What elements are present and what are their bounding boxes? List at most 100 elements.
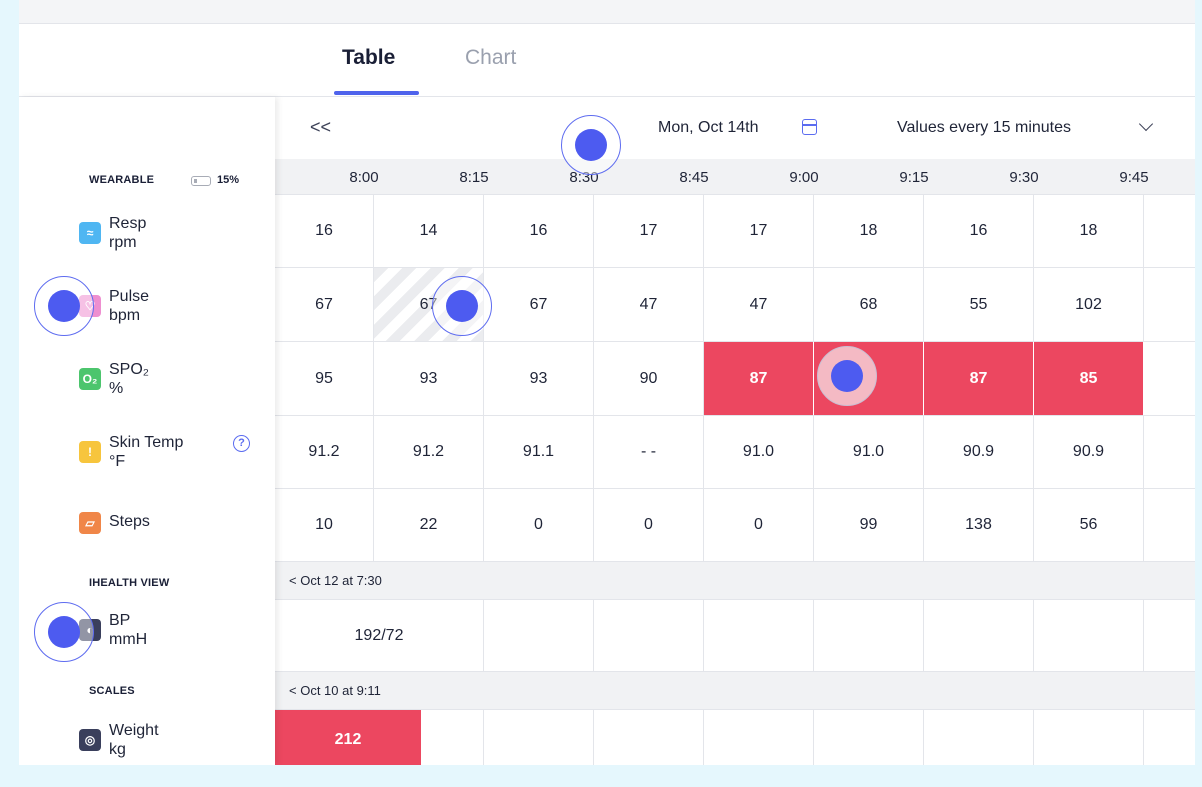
table-cell[interactable]: 0 xyxy=(594,489,704,561)
metric-unit: bpm xyxy=(109,307,141,324)
grid-toolbar: << Mon, Oct 14th Values every 15 minutes xyxy=(275,97,1195,159)
table-cell[interactable]: 56 xyxy=(1034,489,1144,561)
top-strip xyxy=(19,0,1195,24)
table-cell[interactable]: 138 xyxy=(924,489,1034,561)
table-cell[interactable] xyxy=(422,710,484,765)
table-cell[interactable]: 99 xyxy=(814,489,924,561)
help-icon[interactable]: ? xyxy=(233,435,250,452)
section-wearable: WEARABLE xyxy=(89,174,155,186)
hotspot-marker[interactable] xyxy=(432,276,492,336)
table-cell[interactable] xyxy=(704,600,814,671)
metric-steps: ▱ Steps xyxy=(79,512,269,562)
data-grid: << Mon, Oct 14th Values every 15 minutes… xyxy=(275,97,1195,765)
table-row-pulse: 67 67 67 47 47 68 55 102 xyxy=(275,268,1195,342)
metric-weight: ◎ Weight kg xyxy=(79,721,269,765)
metric-unit: % xyxy=(109,380,124,397)
time-tick: 8:45 xyxy=(679,169,709,186)
tab-table[interactable]: Table xyxy=(342,46,395,70)
tab-chart[interactable]: Chart xyxy=(465,46,516,70)
time-axis: 8:00 8:15 8:30 8:45 9:00 9:15 9:30 9:45 xyxy=(275,159,1195,195)
table-cell[interactable]: 16 xyxy=(275,195,374,267)
table-row-skin-temp: 91.2 91.2 91.1 - - 91.0 91.0 90.9 90.9 xyxy=(275,416,1195,489)
metric-bp: ◐ BP mmH xyxy=(79,611,269,661)
bp-last-reading-label: < Oct 12 at 7:30 xyxy=(289,573,382,588)
table-cell[interactable]: 16 xyxy=(924,195,1034,267)
table-cell[interactable]: 90.9 xyxy=(1034,416,1144,488)
thermometer-icon: ! xyxy=(79,441,101,463)
time-tick: 8:00 xyxy=(349,169,379,186)
weight-last-reading-label: < Oct 10 at 9:11 xyxy=(289,683,381,698)
collapse-button[interactable]: << xyxy=(310,117,331,138)
metric-unit: rpm xyxy=(109,234,137,251)
table-cell[interactable]: 18 xyxy=(814,195,924,267)
metric-name: Weight xyxy=(109,722,159,739)
oxygen-icon: O₂ xyxy=(79,368,101,390)
table-cell[interactable]: - - xyxy=(594,416,704,488)
table-cell[interactable]: 93 xyxy=(484,342,594,415)
time-tick: 9:30 xyxy=(1009,169,1039,186)
table-cell[interactable]: 91.0 xyxy=(704,416,814,488)
table-cell[interactable]: 16 xyxy=(484,195,594,267)
metric-skin-temp: ! Skin Temp °F ? xyxy=(79,433,269,483)
table-cell[interactable]: 93 xyxy=(374,342,484,415)
bp-last-reading-header[interactable]: < Oct 12 at 7:30 xyxy=(275,562,1195,600)
table-cell[interactable] xyxy=(594,710,704,765)
scale-icon: ◎ xyxy=(79,729,101,751)
view-tabs: Table Chart xyxy=(19,24,1195,97)
metric-name: Steps xyxy=(109,513,150,530)
table-cell[interactable] xyxy=(814,710,924,765)
interval-select[interactable]: Values every 15 minutes xyxy=(897,119,1071,137)
table-cell-alert[interactable]: 87 xyxy=(924,342,1034,415)
table-cell[interactable]: 67 xyxy=(275,268,374,341)
table-cell[interactable]: 18 xyxy=(1034,195,1144,267)
table-cell[interactable]: 91.2 xyxy=(275,416,374,488)
table-cell[interactable]: 0 xyxy=(484,489,594,561)
chevron-down-icon[interactable] xyxy=(1138,116,1154,132)
table-cell[interactable] xyxy=(1034,710,1144,765)
metric-unit: mmH xyxy=(109,631,148,648)
table-row-steps: 10 22 0 0 0 99 138 56 xyxy=(275,489,1195,562)
table-cell-alert[interactable]: 87 xyxy=(704,342,814,415)
table-cell[interactable]: 90 xyxy=(594,342,704,415)
hotspot-marker[interactable] xyxy=(817,346,877,406)
table-cell[interactable]: 90.9 xyxy=(924,416,1034,488)
hotspot-marker[interactable] xyxy=(34,276,94,336)
section-scales: SCALES xyxy=(89,685,135,697)
table-cell[interactable]: 91.0 xyxy=(814,416,924,488)
table-cell[interactable] xyxy=(924,600,1034,671)
table-row-weight: 212 xyxy=(275,710,1195,765)
table-cell[interactable]: 91.1 xyxy=(484,416,594,488)
table-cell[interactable]: 47 xyxy=(594,268,704,341)
table-cell[interactable] xyxy=(484,710,594,765)
table-cell[interactable]: 55 xyxy=(924,268,1034,341)
table-cell[interactable]: 68 xyxy=(814,268,924,341)
table-cell[interactable]: 10 xyxy=(275,489,374,561)
table-cell[interactable] xyxy=(1034,600,1144,671)
hotspot-marker[interactable] xyxy=(561,115,621,175)
table-cell[interactable]: 95 xyxy=(275,342,374,415)
date-label[interactable]: Mon, Oct 14th xyxy=(658,119,759,137)
table-cell[interactable]: 17 xyxy=(704,195,814,267)
hotspot-marker[interactable] xyxy=(34,602,94,662)
time-tick: 9:00 xyxy=(789,169,819,186)
calendar-icon[interactable] xyxy=(802,119,817,135)
table-cell[interactable]: 22 xyxy=(374,489,484,561)
metrics-sidebar: WEARABLE 15% ≈ Resp rpm ♡ Pulse bpm O₂ S… xyxy=(19,97,275,765)
table-cell[interactable] xyxy=(814,600,924,671)
table-cell-alert[interactable]: 212 xyxy=(275,710,422,765)
table-cell[interactable] xyxy=(484,600,594,671)
table-cell-alert[interactable]: 85 xyxy=(1034,342,1144,415)
table-cell[interactable]: 0 xyxy=(704,489,814,561)
weight-last-reading-header[interactable]: < Oct 10 at 9:11 xyxy=(275,672,1195,710)
table-cell[interactable] xyxy=(594,600,704,671)
table-cell[interactable]: 47 xyxy=(704,268,814,341)
table-cell[interactable]: 14 xyxy=(374,195,484,267)
table-cell[interactable] xyxy=(704,710,814,765)
table-cell[interactable] xyxy=(924,710,1034,765)
table-cell[interactable]: 192/72 xyxy=(275,600,484,671)
table-cell[interactable]: 91.2 xyxy=(374,416,484,488)
table-cell[interactable]: 67 xyxy=(484,268,594,341)
table-cell[interactable]: 17 xyxy=(594,195,704,267)
table-row-bp: 192/72 xyxy=(275,600,1195,672)
table-cell[interactable]: 102 xyxy=(1034,268,1144,341)
